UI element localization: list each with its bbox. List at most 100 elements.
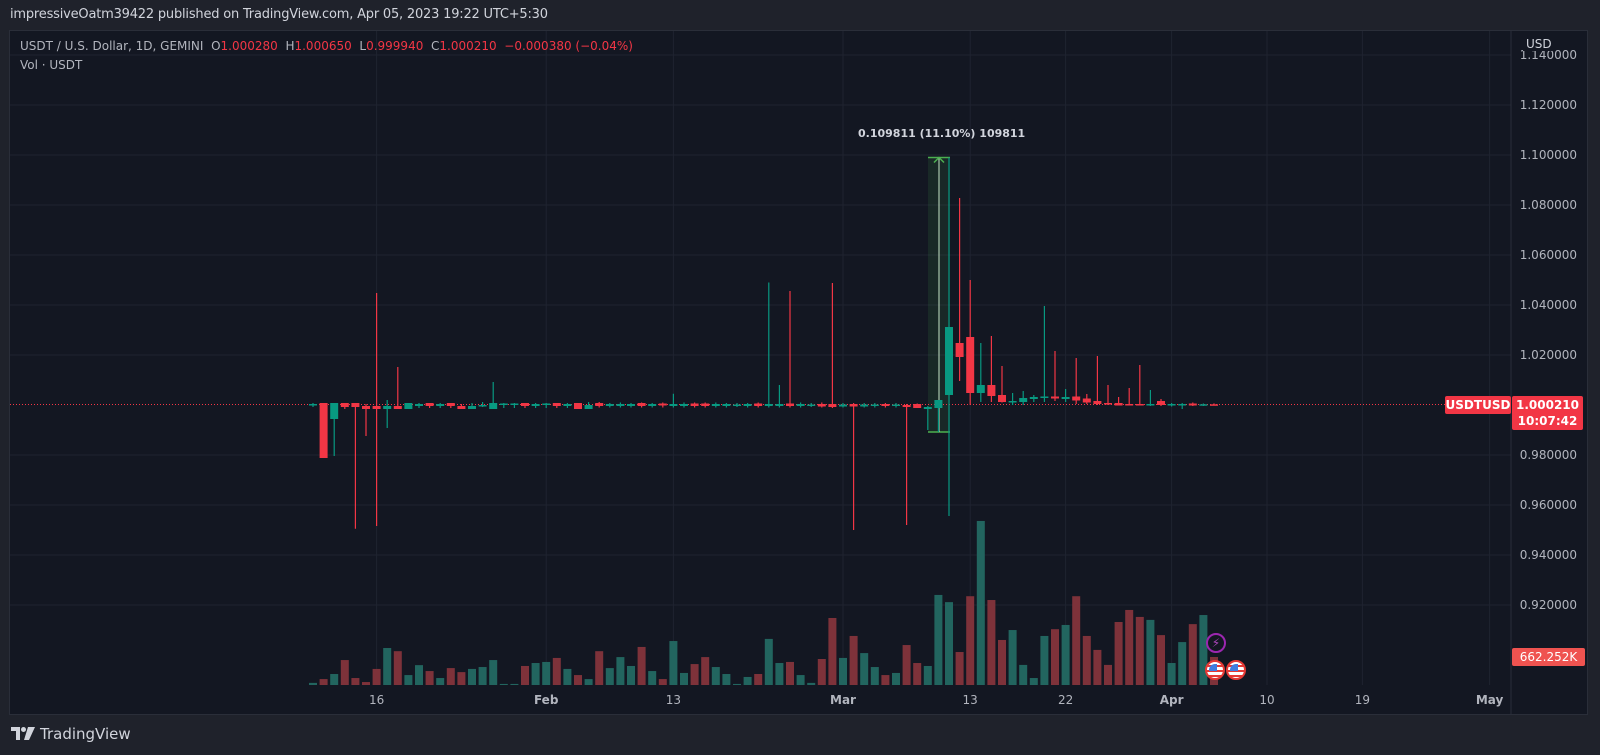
volume-bar: [934, 594, 943, 685]
candle-body: [521, 403, 529, 406]
volume-bar: [457, 672, 466, 685]
volume-bar: [309, 682, 317, 685]
volume-bar: [521, 665, 529, 685]
candle-body: [1114, 403, 1123, 406]
volume-bar: [1135, 616, 1144, 685]
candle-body: [319, 403, 328, 458]
candle-body: [1199, 404, 1208, 406]
price-chart[interactable]: 1.1400001.1200001.1000001.0800001.060000…: [0, 0, 1600, 755]
volume-bar: [393, 651, 402, 685]
volume-bar: [966, 596, 975, 685]
volume-bar: [976, 520, 985, 685]
candle-body: [1093, 401, 1102, 404]
open-value: 1.000280: [220, 39, 278, 53]
tradingview-logo[interactable]: TradingView: [11, 725, 131, 743]
volume-bar: [913, 663, 922, 685]
volume-bar: [775, 663, 784, 685]
candle-body: [372, 406, 381, 409]
candle-body: [966, 337, 975, 393]
candle-body: [1146, 404, 1155, 406]
price-tick-label: 1.020000: [1520, 348, 1577, 362]
candle-body: [436, 404, 445, 406]
price-tick-label: 0.960000: [1520, 498, 1577, 512]
candle-body: [775, 404, 784, 406]
lightning-event-icon[interactable]: ⚡: [1206, 633, 1226, 653]
candle-body: [393, 406, 402, 409]
high-value: 1.000650: [294, 39, 352, 53]
logo-text: TradingView: [40, 725, 131, 743]
candle-body: [468, 406, 476, 409]
candle-body: [330, 403, 339, 419]
candle-body: [923, 407, 932, 409]
volume-bar: [1125, 609, 1134, 685]
candle-body: [733, 404, 741, 406]
us-flag-event-icon[interactable]: [1226, 660, 1246, 680]
volume-bar: [510, 683, 519, 685]
time-tick-label: 13: [666, 693, 681, 707]
candle-body: [1072, 396, 1081, 401]
price-tick-label: 1.040000: [1520, 298, 1577, 312]
candle-body: [383, 406, 392, 409]
candle-body: [892, 404, 900, 406]
candle-body: [351, 403, 360, 407]
candle-body: [627, 404, 635, 406]
candle-body: [478, 405, 487, 407]
volume-bar: [711, 667, 720, 685]
volume-bar: [998, 639, 1006, 685]
candle-body: [1029, 397, 1038, 399]
time-tick-label: 10: [1259, 693, 1274, 707]
candle-body: [1019, 398, 1028, 402]
volume-bar: [468, 668, 476, 685]
candle-body: [701, 403, 710, 406]
currency-label[interactable]: USD: [1523, 37, 1555, 51]
us-flag-event-icon[interactable]: [1205, 660, 1225, 680]
candle-body: [457, 406, 466, 409]
candle-body: [648, 404, 657, 406]
candle-body: [309, 404, 317, 406]
volume-bar: [1072, 596, 1081, 685]
volume-bar: [743, 676, 752, 685]
candle-body: [849, 404, 858, 407]
candle-body: [1135, 404, 1144, 406]
volume-bar: [987, 600, 996, 685]
candle-body: [722, 404, 731, 406]
symbol-legend[interactable]: USDT / U.S. Dollar, 1D, GEMINI O1.000280…: [20, 39, 633, 53]
volume-bar: [340, 660, 349, 685]
candle-body: [945, 327, 953, 395]
volume-bar: [436, 678, 445, 685]
candle-body: [1178, 404, 1187, 406]
volume-bar: [1008, 630, 1017, 685]
candle-body: [616, 404, 625, 406]
candle-body: [764, 404, 773, 406]
volume-bar: [1082, 635, 1091, 685]
change-value: −0.000380 (−0.04%): [504, 39, 633, 53]
volume-bar: [733, 683, 741, 685]
volume-bar: [955, 652, 964, 685]
volume-legend[interactable]: Vol · USDT: [20, 58, 82, 72]
time-tick-label: Mar: [830, 693, 856, 707]
volume-bar: [754, 674, 763, 685]
volume-bar: [1178, 642, 1187, 685]
volume-bar: [1104, 664, 1112, 685]
volume-bar: [923, 665, 932, 685]
candle-body: [690, 403, 699, 406]
candle-body: [404, 403, 413, 409]
volume-bar: [1040, 635, 1049, 685]
candle-body: [1167, 404, 1176, 406]
volume-bar: [531, 663, 540, 685]
candle-body: [595, 403, 604, 406]
price-tick-label: 1.060000: [1520, 248, 1577, 262]
volume-bar: [680, 672, 688, 685]
volume-bar: [362, 682, 370, 685]
volume-bar: [478, 667, 487, 685]
candle-body: [711, 404, 720, 406]
candle-body: [552, 403, 561, 406]
low-value: 0.999940: [366, 39, 424, 53]
candle-body: [881, 404, 890, 406]
volume-bar: [616, 657, 625, 685]
candle-body: [542, 403, 551, 405]
volume-bar: [574, 675, 582, 685]
volume-bar: [563, 668, 572, 685]
symbol-price-badge: USDTUSD: [1445, 396, 1511, 414]
candle-body: [828, 404, 837, 407]
